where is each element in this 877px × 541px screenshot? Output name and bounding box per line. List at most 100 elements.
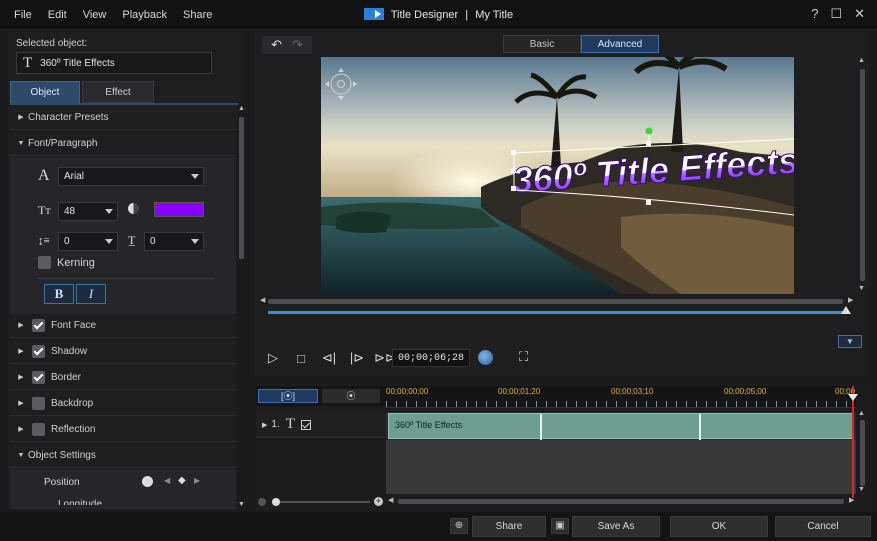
undo-icon[interactable]: ↶ <box>271 37 282 53</box>
kerning-checkbox[interactable] <box>38 256 51 269</box>
clip-segment-marker[interactable] <box>699 414 701 440</box>
clip-segment-marker[interactable] <box>540 414 542 440</box>
track-enable-checkbox[interactable] <box>300 419 311 430</box>
section-character-presets[interactable]: ▶ Character Presets <box>10 105 236 130</box>
playback-progress[interactable] <box>268 306 851 314</box>
menu-file[interactable]: File <box>6 9 40 21</box>
scroll-left-icon[interactable]: ◀ <box>388 496 393 504</box>
help-icon[interactable]: ? <box>811 6 818 22</box>
progress-knob[interactable] <box>841 306 851 314</box>
close-icon[interactable]: ✕ <box>854 6 865 22</box>
cancel-button[interactable]: Cancel <box>775 516 871 537</box>
fit-to-screen-icon[interactable]: ⛶ <box>519 349 528 365</box>
font-size-dropdown[interactable]: 48 <box>58 202 118 221</box>
scroll-right-icon[interactable]: ▶ <box>848 296 853 304</box>
next-keyframe-icon[interactable]: ▶ <box>194 476 200 485</box>
italic-button[interactable]: I <box>76 284 106 304</box>
share-button[interactable]: Share <box>472 516 546 537</box>
mode-advanced-button[interactable]: Advanced <box>581 35 659 53</box>
scroll-down-icon[interactable]: ▼ <box>858 285 865 292</box>
stop-icon[interactable]: □ <box>290 351 312 366</box>
preview-horizontal-scrollbar[interactable]: ◀ ▶ <box>260 297 855 306</box>
redo-icon[interactable]: ↷ <box>292 37 303 53</box>
expand-arrow-icon: ▶ <box>18 322 24 329</box>
timeline-playhead[interactable] <box>848 386 858 498</box>
section-border[interactable]: ▶ Border <box>10 365 236 390</box>
rotation-handle[interactable] <box>645 127 653 135</box>
backdrop-checkbox[interactable] <box>32 396 45 410</box>
reset-icon[interactable] <box>142 476 153 487</box>
expand-options-button[interactable]: ▼ <box>838 335 862 348</box>
tab-object[interactable]: Object <box>10 81 80 103</box>
preview-hscroll-thumb[interactable] <box>268 299 843 304</box>
color-picker-icon[interactable] <box>128 203 139 214</box>
zoom-out-icon[interactable] <box>258 498 266 506</box>
timeline-vertical-scrollbar[interactable]: ▲ ▼ <box>858 410 867 496</box>
expand-arrow-icon[interactable]: ▶ <box>262 421 267 429</box>
section-font-paragraph[interactable]: ▼ Font/Paragraph <box>10 131 236 156</box>
section-font-face[interactable]: ▶ Font Face <box>10 313 236 338</box>
section-reflection[interactable]: ▶ Reflection <box>10 417 236 442</box>
scroll-up-icon[interactable]: ▲ <box>238 105 245 112</box>
mode-basic-button[interactable]: Basic <box>503 35 581 53</box>
ok-button[interactable]: OK <box>670 516 768 537</box>
line-spacing-dropdown[interactable]: 0 <box>58 232 118 251</box>
resize-handle[interactable] <box>511 186 516 191</box>
menu-playback[interactable]: Playback <box>114 9 175 21</box>
resize-handle[interactable] <box>646 200 651 205</box>
resize-handle[interactable] <box>511 150 516 155</box>
zoom-in-icon[interactable]: + <box>374 497 383 506</box>
save-as-button[interactable]: Save As <box>572 516 660 537</box>
char-spacing-dropdown[interactable]: 0 <box>144 232 204 251</box>
font-name-value: Arial <box>64 171 85 182</box>
prev-keyframe-icon[interactable]: ◀ <box>164 476 170 485</box>
font-face-checkbox[interactable] <box>32 318 45 332</box>
timecode-display[interactable]: 00;00;06;28 <box>392 349 470 367</box>
maximize-icon[interactable]: ☐ <box>830 6 842 22</box>
timeline-zoom-slider[interactable]: + <box>258 497 384 507</box>
font-color-swatch[interactable] <box>154 202 204 217</box>
timeline-vscroll-thumb[interactable] <box>860 420 865 486</box>
timeline-ruler[interactable]: 00;00;00;00 00;00;01;20 00;00;03;10 00;0… <box>386 386 856 408</box>
section-backdrop[interactable]: ▶ Backdrop <box>10 391 236 416</box>
add-keyframe-icon[interactable]: ◆ <box>178 475 186 486</box>
track-header[interactable]: ▶ 1. T <box>256 412 386 438</box>
panel-scrollbar[interactable]: ▲ ▼ <box>237 105 246 510</box>
title-clip[interactable]: 360º Title Effects <box>388 413 854 440</box>
play-icon[interactable]: ▷ <box>262 350 284 366</box>
preview-vscroll-thumb[interactable] <box>860 69 865 281</box>
section-object-settings[interactable]: ▼ Object Settings <box>10 443 236 468</box>
chevron-down-icon <box>191 239 199 244</box>
zoom-track[interactable] <box>280 501 370 503</box>
shadow-checkbox[interactable] <box>32 344 45 358</box>
bold-button[interactable]: B <box>44 284 74 304</box>
timeline-keyframe-toggle[interactable]: ⦿ <box>322 389 380 403</box>
reflection-checkbox[interactable] <box>32 422 45 436</box>
preview-canvas[interactable]: 360º Title Effects <box>321 57 794 294</box>
scroll-left-icon[interactable]: ◀ <box>260 296 265 304</box>
preview-vertical-scrollbar[interactable]: ▲ ▼ <box>858 57 867 297</box>
menu-share[interactable]: Share <box>175 9 220 21</box>
font-name-dropdown[interactable]: Arial <box>58 167 204 186</box>
scroll-up-icon[interactable]: ▲ <box>858 410 865 417</box>
menu-view[interactable]: View <box>75 9 115 21</box>
scroll-right-icon[interactable]: ▶ <box>849 496 854 504</box>
menu-edit[interactable]: Edit <box>40 9 75 21</box>
resize-handle[interactable] <box>511 168 516 173</box>
resize-handle[interactable] <box>646 141 651 146</box>
scroll-down-icon[interactable]: ▼ <box>238 501 245 508</box>
kerning-option[interactable]: Kerning <box>38 256 95 269</box>
zoom-knob[interactable] <box>272 498 280 506</box>
scroll-up-icon[interactable]: ▲ <box>858 57 865 64</box>
next-frame-icon[interactable]: |⊳ <box>346 350 368 366</box>
border-checkbox[interactable] <box>32 370 45 384</box>
scroll-down-icon[interactable]: ▼ <box>858 486 865 493</box>
section-shadow[interactable]: ▶ Shadow <box>10 339 236 364</box>
panel-scroll-thumb[interactable] <box>239 117 244 259</box>
timeline-horizontal-scrollbar[interactable]: ◀ ▶ <box>388 497 856 506</box>
previous-frame-icon[interactable]: ⊲| <box>318 350 340 366</box>
tab-effect[interactable]: Effect <box>82 81 154 103</box>
timeline-view-toggle[interactable]: [⦿] <box>258 389 318 403</box>
timeline-hscroll-thumb[interactable] <box>398 499 844 504</box>
globe-360-icon[interactable] <box>478 350 493 365</box>
